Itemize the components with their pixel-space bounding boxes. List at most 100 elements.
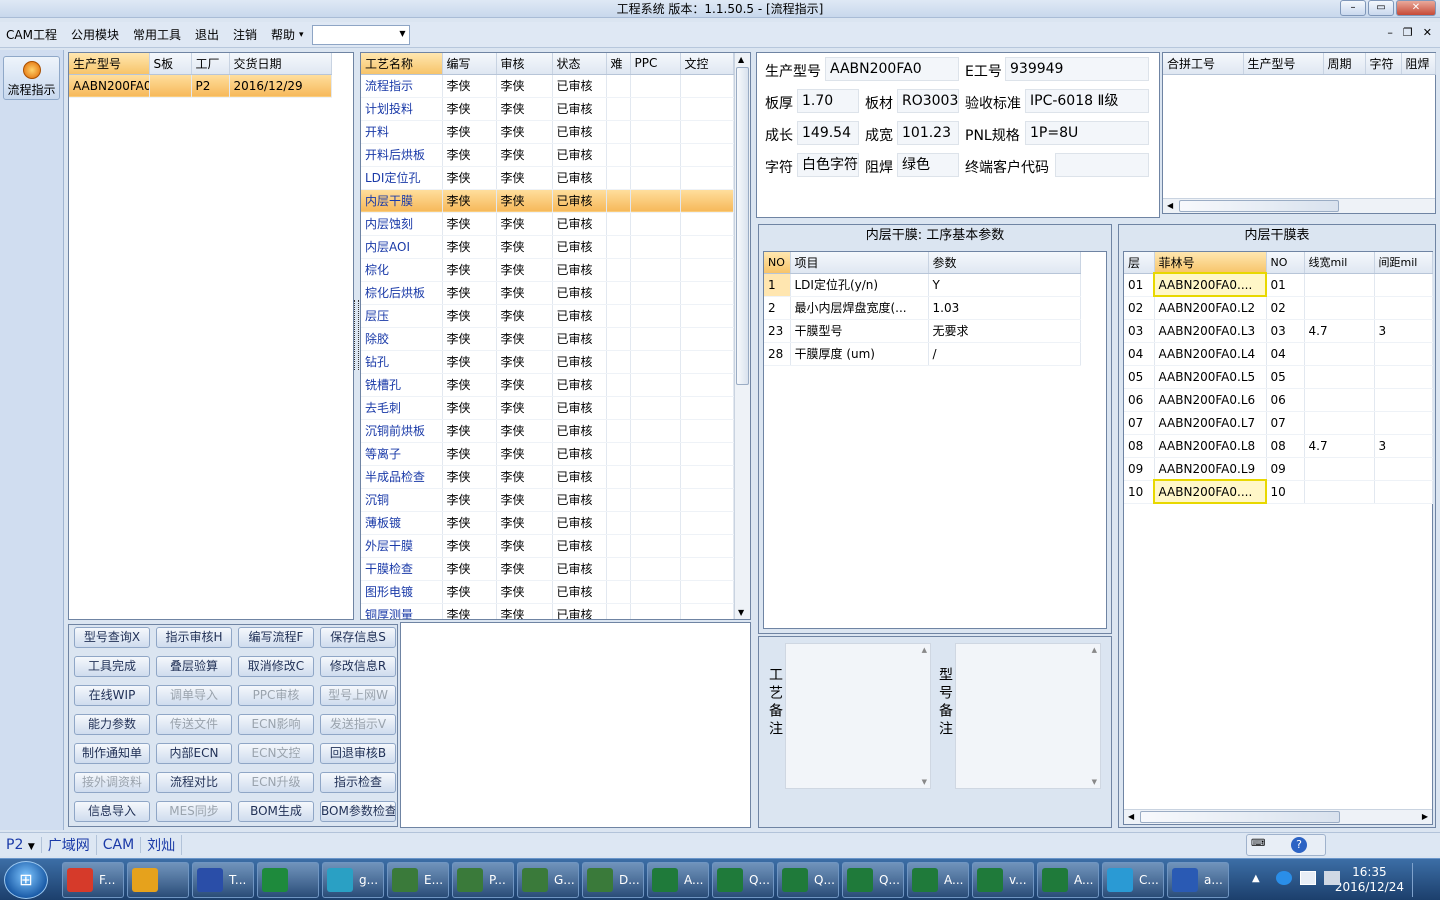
action-button[interactable]: MES同步 [156,801,232,822]
action-button[interactable]: 叠层验算 [156,656,232,677]
action-button[interactable]: ECN文控 [238,743,314,764]
taskbar-app-button[interactable]: a... [1167,862,1229,898]
column-header[interactable]: 文控 [680,53,734,75]
menu-combo[interactable]: ▼ [311,24,410,45]
scroll-thumb[interactable] [1140,811,1340,823]
accept-field[interactable]: IPC-6018 Ⅱ级 [1025,89,1149,113]
column-header[interactable]: 周期 [1323,53,1366,75]
taskbar-app-button[interactable]: g... [322,862,384,898]
maximize-button[interactable]: ▭ [1368,0,1394,16]
char-field[interactable]: 白色字符 [797,153,859,177]
taskbar-app-button[interactable]: Q... [842,862,904,898]
action-button[interactable]: 接外调资料 [74,772,150,793]
taskbar-app-button[interactable]: C... [1102,862,1164,898]
action-button[interactable]: 信息导入 [74,801,150,822]
table-row[interactable]: 开料后烘板 李侠 李侠 已审核 [361,143,734,167]
menu-cam[interactable]: CAM工程 [6,26,57,43]
action-button[interactable]: BOM生成 [238,801,314,822]
table-row[interactable]: LDI定位孔 李侠 李侠 已审核 [361,166,734,190]
column-header[interactable]: 编写 [442,53,497,75]
column-header[interactable]: 工厂 [191,53,230,75]
table-row[interactable]: 外层干膜 李侠 李侠 已审核 [361,534,734,558]
table-row[interactable]: 薄板镀 李侠 李侠 已审核 [361,511,734,535]
action-button[interactable]: 修改信息R [320,656,396,677]
table-row[interactable]: 铣槽孔 李侠 李侠 已审核 [361,373,734,397]
column-header[interactable]: 状态 [552,53,607,75]
column-header[interactable]: 审核 [496,53,553,75]
scroll-thumb[interactable] [1179,200,1339,212]
thick-field[interactable]: 1.70 [797,89,859,113]
table-row[interactable]: 内层蚀刻 李侠 李侠 已审核 [361,212,734,236]
table-row[interactable]: 1 LDI定位孔(y/n) Y [764,273,1081,297]
table-row[interactable]: 06 AABN200FA0.L6 06 [1124,388,1433,412]
taskbar-app-button[interactable]: Q... [777,862,839,898]
action-button[interactable]: 型号上网W [320,685,396,706]
tray-app-icon[interactable] [1276,871,1292,885]
help-dropdown-arrow-icon[interactable]: ▾ [299,30,304,40]
scroll-right-icon[interactable]: ▶ [1422,812,1428,821]
action-button[interactable]: 在线WIP [74,685,150,706]
action-button[interactable]: 发送指示V [320,714,396,735]
table-row[interactable]: 半成品检查 李侠 李侠 已审核 [361,465,734,489]
column-header[interactable]: 参数 [928,252,1081,274]
process-scrollbar[interactable]: ▲ ▼ [734,53,750,619]
status-factory-combo[interactable]: P2 ▼ [0,836,42,853]
action-button[interactable]: 传送文件 [156,714,232,735]
mdi-minimize-icon[interactable]: – [1387,26,1393,39]
table-row[interactable]: 图形电镀 李侠 李侠 已审核 [361,580,734,604]
table-row[interactable]: 除胶 李侠 李侠 已审核 [361,327,734,351]
column-header[interactable]: 工艺名称 [361,53,443,75]
action-button[interactable]: BOM参数检查 [320,801,396,822]
action-button[interactable]: 制作通知单 [74,743,150,764]
cust-field[interactable] [1055,153,1149,177]
minimize-button[interactable]: – [1340,0,1366,16]
table-row[interactable]: 08 AABN200FA0.L8 08 4.7 3 [1124,434,1433,458]
taskbar-app-button[interactable]: A... [1037,862,1099,898]
action-button[interactable]: 调单导入 [156,685,232,706]
table-row[interactable]: 内层AOI 李侠 李侠 已审核 [361,235,734,259]
taskbar-app-button[interactable]: A... [907,862,969,898]
action-button[interactable]: 保存信息S [320,627,396,648]
column-header[interactable]: 难 [606,53,631,75]
scroll-left-icon[interactable]: ◀ [1167,201,1173,210]
table-row[interactable]: 钻孔 李侠 李侠 已审核 [361,350,734,374]
column-header[interactable]: 生产型号 [1243,53,1324,75]
close-button[interactable]: ✕ [1396,0,1436,16]
table-row[interactable]: 流程指示 李侠 李侠 已审核 [361,74,734,98]
scroll-up-icon[interactable]: ▲ [922,646,927,654]
column-header[interactable]: 项目 [790,252,929,274]
material-field[interactable]: RO3003+ [897,89,959,113]
column-header[interactable]: S板 [149,53,192,75]
action-button[interactable]: ECN升级 [238,772,314,793]
taskbar-app-button[interactable]: T... [192,862,254,898]
model-field[interactable]: AABN200FA0 [825,57,959,81]
network-icon[interactable] [1300,871,1316,885]
column-header[interactable]: 间距mil [1374,252,1433,274]
table-row[interactable]: 07 AABN200FA0.L7 07 [1124,411,1433,435]
table-row[interactable]: 10 AABN200FA0.... 10 [1124,479,1433,504]
action-button[interactable]: 流程对比 [156,772,232,793]
column-header[interactable]: 字符 [1365,53,1402,75]
tray-arrow-icon[interactable]: ▲ [1252,873,1260,884]
mdi-restore-icon[interactable]: ❐ [1403,26,1413,39]
system-clock[interactable]: 16:35 2016/12/24 [1335,865,1404,895]
scroll-down-icon[interactable]: ▼ [738,608,744,617]
table-row[interactable]: AABN200FA0 P2 2016/12/29 [69,74,332,98]
action-button[interactable]: 回退审核B [320,743,396,764]
scroll-down-icon[interactable]: ▼ [1092,778,1097,786]
start-button[interactable]: ⊞ [4,861,48,899]
table-row[interactable]: 04 AABN200FA0.L4 04 [1124,342,1433,366]
table-row[interactable]: 05 AABN200FA0.L5 05 [1124,365,1433,389]
column-header[interactable]: NO [764,252,791,274]
taskbar-app-button[interactable]: Q... [712,862,774,898]
volume-icon[interactable] [1324,871,1340,885]
column-header[interactable]: 层 [1124,252,1155,274]
taskbar-app-button[interactable]: F... [62,862,124,898]
column-header[interactable]: 合拼工号 [1163,53,1244,75]
taskbar-app-button[interactable]: v... [972,862,1034,898]
column-header[interactable]: PPC [630,53,681,75]
table-row[interactable]: 计划投料 李侠 李侠 已审核 [361,97,734,121]
column-header[interactable]: 生产型号 [69,53,150,75]
scroll-thumb[interactable] [736,67,749,385]
column-header[interactable]: 阻焊 [1401,53,1436,75]
